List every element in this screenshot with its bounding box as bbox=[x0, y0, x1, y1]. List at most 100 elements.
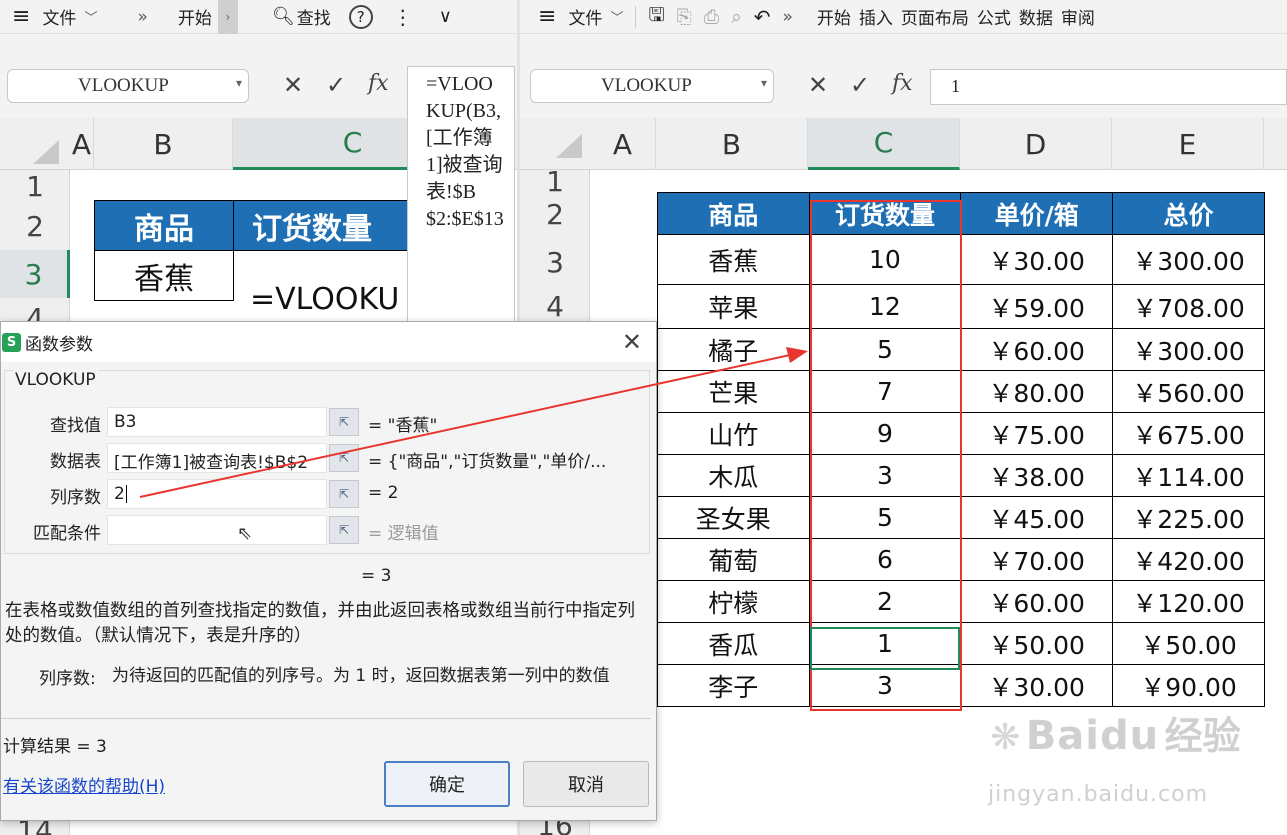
cell-unit-price[interactable]: ￥60.00 bbox=[960, 580, 1114, 623]
menu-icon[interactable]: ≡ bbox=[520, 4, 562, 29]
tab-start[interactable]: 开始 bbox=[813, 4, 855, 29]
menu-file[interactable]: 文件 ﹀ bbox=[36, 4, 103, 29]
column-header-e[interactable]: E bbox=[1112, 118, 1264, 170]
table-array-input[interactable]: [工作簿1]被查询表!$B$2 bbox=[107, 443, 327, 473]
header-qty[interactable]: 订货数量 bbox=[233, 200, 434, 251]
column-header-a[interactable]: A bbox=[590, 118, 656, 170]
cell-product[interactable]: 苹果 bbox=[657, 284, 810, 329]
dialog-title-bar[interactable]: S 函数参数 ✕ bbox=[1, 322, 656, 362]
cell-unit-price[interactable]: ￥59.00 bbox=[960, 284, 1114, 329]
confirm-formula-icon[interactable]: ✓ bbox=[326, 71, 346, 99]
more-tabs-icon[interactable]: » bbox=[776, 7, 798, 27]
cell-unit-price[interactable]: ￥50.00 bbox=[960, 622, 1114, 665]
cell-product[interactable]: 柠檬 bbox=[657, 580, 810, 623]
row-header-1[interactable]: 1 bbox=[520, 165, 590, 198]
cell-unit-price[interactable]: ￥45.00 bbox=[960, 496, 1114, 539]
formula-input-expanded[interactable]: =VLOOKUP(B3,[工作簿1]被查询表!$B$2:$E$13 bbox=[407, 66, 515, 326]
cell-total[interactable]: ￥560.00 bbox=[1112, 370, 1265, 413]
search-button[interactable]: 🔍︎ 查找 bbox=[266, 4, 337, 29]
more-options-icon[interactable]: ⋮ bbox=[387, 5, 419, 29]
select-all-corner-icon[interactable] bbox=[556, 134, 582, 158]
row-header-2[interactable]: 2 bbox=[0, 202, 70, 250]
cell-b3[interactable]: 香蕉 bbox=[94, 250, 234, 301]
collapse-ribbon-icon[interactable]: ∨ bbox=[433, 6, 458, 27]
cell-total[interactable]: ￥708.00 bbox=[1112, 284, 1265, 329]
row-header-3[interactable]: 3 bbox=[0, 250, 70, 298]
cell-unit-price[interactable]: ￥30.00 bbox=[960, 234, 1114, 285]
column-header-b[interactable]: B bbox=[656, 118, 808, 170]
cell-c3-editing[interactable]: =VLOOKU bbox=[250, 282, 399, 317]
cell-unit-price[interactable]: ￥60.00 bbox=[960, 328, 1114, 371]
tab-insert[interactable]: 插入 bbox=[855, 4, 897, 29]
range-picker-icon[interactable]: ⇱ bbox=[329, 408, 359, 436]
help-icon[interactable]: ? bbox=[348, 4, 373, 29]
cell-product[interactable]: 木瓜 bbox=[657, 454, 810, 497]
formula-input[interactable]: 1 bbox=[930, 69, 1287, 105]
cell-total[interactable]: ￥420.00 bbox=[1112, 538, 1265, 581]
undo-icon[interactable]: ↶ bbox=[748, 5, 777, 29]
cell-product[interactable]: 圣女果 bbox=[657, 496, 810, 539]
format-painter-icon[interactable]: ⎘ bbox=[671, 6, 698, 28]
cell-total[interactable]: ￥90.00 bbox=[1112, 664, 1265, 707]
range-lookup-input[interactable] bbox=[107, 515, 327, 545]
scroll-right-icon[interactable]: › bbox=[217, 0, 238, 34]
cell-total[interactable]: ￥675.00 bbox=[1112, 412, 1265, 455]
dropdown-icon[interactable]: ▾ bbox=[236, 76, 242, 91]
more-tabs-icon[interactable]: » bbox=[131, 7, 153, 27]
row-header-2[interactable]: 2 bbox=[520, 192, 590, 236]
close-icon[interactable]: ✕ bbox=[622, 328, 642, 356]
cell-unit-price[interactable]: ￥75.00 bbox=[960, 412, 1114, 455]
header-total[interactable]: 总价 bbox=[1112, 192, 1265, 235]
ok-button[interactable]: 确定 bbox=[384, 761, 510, 807]
print-preview-icon[interactable]: ⌕ bbox=[725, 6, 748, 28]
cell-unit-price[interactable]: ￥80.00 bbox=[960, 370, 1114, 413]
menu-file[interactable]: 文件 ﹀ bbox=[562, 4, 629, 29]
cell-product[interactable]: 葡萄 bbox=[657, 538, 810, 581]
cell-unit-price[interactable]: ￥70.00 bbox=[960, 538, 1114, 581]
selected-cell-c13[interactable] bbox=[810, 627, 960, 670]
cell-total[interactable]: ￥300.00 bbox=[1112, 234, 1265, 285]
select-all-corner-icon[interactable] bbox=[33, 140, 59, 164]
cell-total[interactable]: ￥114.00 bbox=[1112, 454, 1265, 497]
cancel-button[interactable]: 取消 bbox=[523, 761, 649, 807]
cell-product[interactable]: 橘子 bbox=[657, 328, 810, 371]
function-help-link[interactable]: 有关该函数的帮助(H) bbox=[3, 772, 165, 797]
cancel-formula-icon[interactable]: ✕ bbox=[808, 71, 828, 99]
cell-total[interactable]: ￥300.00 bbox=[1112, 328, 1265, 371]
cell-product[interactable]: 香蕉 bbox=[657, 234, 810, 285]
print-icon[interactable]: ⎙ bbox=[698, 6, 725, 28]
cell-total[interactable]: ￥50.00 bbox=[1112, 622, 1265, 665]
dropdown-icon[interactable]: ▾ bbox=[761, 76, 767, 91]
menu-icon[interactable]: ≡ bbox=[0, 4, 36, 29]
cell-total[interactable]: ￥225.00 bbox=[1112, 496, 1265, 539]
tab-formulas[interactable]: 公式 bbox=[973, 4, 1015, 29]
header-product[interactable]: 商品 bbox=[94, 200, 234, 251]
range-picker-icon[interactable]: ⇱ bbox=[329, 516, 359, 544]
range-picker-icon[interactable]: ⇱ bbox=[329, 480, 359, 508]
cancel-formula-icon[interactable]: ✕ bbox=[283, 71, 303, 99]
lookup-value-input[interactable]: B3 bbox=[107, 407, 327, 437]
cell-product[interactable]: 香瓜 bbox=[657, 622, 810, 665]
column-header-b[interactable]: B bbox=[94, 118, 233, 170]
save-icon[interactable]: 🖫︎ bbox=[642, 1, 670, 33]
col-index-input[interactable]: 2 bbox=[107, 479, 327, 509]
range-picker-icon[interactable]: ⇱ bbox=[329, 444, 359, 472]
insert-function-icon[interactable]: fx bbox=[368, 71, 389, 96]
confirm-formula-icon[interactable]: ✓ bbox=[850, 71, 870, 99]
row-header-3[interactable]: 3 bbox=[520, 236, 590, 288]
tab-page-layout[interactable]: 页面布局 bbox=[897, 4, 973, 29]
menu-start[interactable]: 开始 bbox=[172, 4, 218, 29]
header-unit-price[interactable]: 单价/箱 bbox=[960, 192, 1114, 235]
row-header-1[interactable]: 1 bbox=[0, 170, 70, 203]
column-header-d[interactable]: D bbox=[960, 118, 1112, 170]
name-box[interactable]: VLOOKUP ▾ bbox=[530, 69, 774, 103]
tab-review[interactable]: 审阅 bbox=[1057, 4, 1099, 29]
cell-unit-price[interactable]: ￥30.00 bbox=[960, 664, 1114, 707]
cell-total[interactable]: ￥120.00 bbox=[1112, 580, 1265, 623]
column-header-a[interactable]: A bbox=[70, 118, 94, 170]
name-box[interactable]: VLOOKUP ▾ bbox=[7, 69, 249, 103]
cell-unit-price[interactable]: ￥38.00 bbox=[960, 454, 1114, 497]
cell-product[interactable]: 芒果 bbox=[657, 370, 810, 413]
header-product[interactable]: 商品 bbox=[657, 192, 810, 235]
insert-function-icon[interactable]: fx bbox=[892, 71, 913, 96]
